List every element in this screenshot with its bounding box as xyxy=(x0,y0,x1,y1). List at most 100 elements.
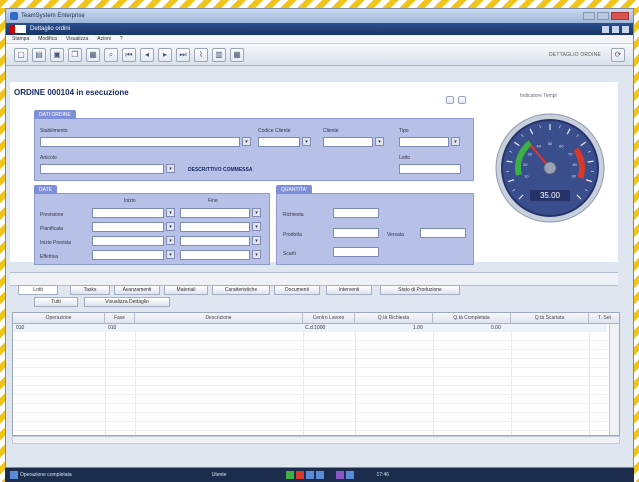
codice-cliente-dropdown[interactable]: ▾ xyxy=(302,137,311,146)
pianificata-inizio-dropdown[interactable]: ▾ xyxy=(166,222,175,231)
menu-item-modifica[interactable]: Modifica xyxy=(38,36,57,42)
col-operazione[interactable]: Operazione xyxy=(13,313,105,324)
col-fase[interactable]: Fase xyxy=(105,313,135,324)
view-icon[interactable]: ▥ xyxy=(212,47,226,62)
table-row-empty xyxy=(13,387,607,395)
vertical-scrollbar[interactable] xyxy=(609,324,619,435)
tipo-field[interactable] xyxy=(399,137,449,147)
col-qta-richiesta[interactable]: Q.tà Richiesta xyxy=(355,313,433,324)
inizio-prevista-fine-field[interactable] xyxy=(180,236,250,246)
previsione-fine-field[interactable] xyxy=(180,208,250,218)
codice-cliente-field[interactable] xyxy=(258,137,300,147)
minimize-button[interactable] xyxy=(583,12,595,20)
articolo-field[interactable] xyxy=(40,164,164,174)
calendar-icon[interactable] xyxy=(316,471,325,479)
new-document-icon[interactable]: ▢ xyxy=(14,47,28,62)
attach-icon[interactable]: ⌇ xyxy=(194,47,208,62)
mail-icon[interactable] xyxy=(306,471,315,479)
mode-label: DETTAGLIO ORDINE xyxy=(548,51,601,58)
gauge-tick-label: 90 xyxy=(572,174,577,179)
previsione-fine-dropdown[interactable]: ▾ xyxy=(252,208,261,217)
view-detail-button[interactable]: Visualizza Dettaglio xyxy=(84,297,170,307)
table-row-empty xyxy=(13,333,607,341)
col-centro-lavoro[interactable]: Centro Lavoro xyxy=(303,313,355,324)
alert-icon[interactable] xyxy=(296,471,305,479)
label-stabilimento: Stabilimento xyxy=(40,128,68,134)
scarti-field[interactable] xyxy=(333,247,379,257)
horizontal-scrollbar[interactable] xyxy=(12,436,620,444)
tab-interventi[interactable]: Interventi xyxy=(326,285,372,295)
label-codice-cliente: Codice Cliente xyxy=(258,128,291,134)
next-record-icon[interactable]: ▸ xyxy=(158,47,172,62)
inizio-prevista-inizio-field[interactable] xyxy=(92,236,164,246)
cliente-dropdown[interactable]: ▾ xyxy=(375,137,384,146)
first-record-icon[interactable]: ⏮ xyxy=(122,47,136,62)
info-icon[interactable] xyxy=(346,471,355,479)
cell-qta-completata: 0.00 xyxy=(491,325,501,331)
maximize-button[interactable] xyxy=(597,12,609,20)
table-row-empty xyxy=(13,360,607,368)
pin-icon[interactable] xyxy=(612,25,619,33)
stabilimento-dropdown[interactable]: ▾ xyxy=(242,137,251,146)
pianificata-inizio-field[interactable] xyxy=(92,222,164,232)
help-icon[interactable] xyxy=(602,25,609,33)
close-panel-icon[interactable] xyxy=(622,25,629,33)
inizio-prevista-inizio-dropdown[interactable]: ▾ xyxy=(166,236,175,245)
close-button[interactable] xyxy=(611,12,629,20)
effettiva-inizio-dropdown[interactable]: ▾ xyxy=(166,250,175,259)
col-t-set[interactable]: T. Set xyxy=(589,313,619,324)
tab-caratteristiche[interactable]: Caratteristiche xyxy=(212,285,270,295)
tab-avanzamenti[interactable]: Avanzamenti xyxy=(114,285,160,295)
tab-lotti[interactable]: Lotti xyxy=(18,285,58,295)
panel-tab-date: DATE xyxy=(34,185,57,194)
gauge-tick-label: 70 xyxy=(568,151,573,156)
tab-tasks[interactable]: Tasks xyxy=(70,285,110,295)
pianificata-fine-dropdown[interactable]: ▾ xyxy=(252,222,261,231)
menu-item-visualizza[interactable]: Visualizza xyxy=(66,36,88,42)
status-icon xyxy=(10,471,18,479)
refresh-icon[interactable]: ⟳ xyxy=(611,47,625,62)
prev-record-icon[interactable]: ◂ xyxy=(140,47,154,62)
flag-icon[interactable] xyxy=(286,471,295,479)
open-icon[interactable]: ▤ xyxy=(32,47,46,62)
stabilimento-field[interactable] xyxy=(40,137,240,147)
gauge-tick-label: 20 xyxy=(523,162,528,167)
pianificata-fine-field[interactable] xyxy=(180,222,250,232)
last-record-icon[interactable]: ⏭ xyxy=(176,47,190,62)
inner-title-bar: Dettaglio ordini xyxy=(6,23,633,35)
table-row[interactable]: 010 010 C.d.1000 1.00 0.00 xyxy=(13,324,607,332)
prodotta-field[interactable] xyxy=(333,228,379,238)
menu-item-stampa[interactable]: Stampa xyxy=(12,36,29,42)
richiesta-field[interactable] xyxy=(333,208,379,218)
label-tipo: Tipo xyxy=(399,128,409,134)
lock-icon[interactable] xyxy=(446,96,454,104)
filter-all-button[interactable]: Tutti xyxy=(34,297,78,307)
app-icon xyxy=(10,12,18,20)
col-qta-completata[interactable]: Q.tà Completata xyxy=(433,313,511,324)
tipo-dropdown[interactable]: ▾ xyxy=(451,137,460,146)
articolo-dropdown[interactable]: ▾ xyxy=(166,164,175,173)
save-icon[interactable]: ▣ xyxy=(50,47,64,62)
menu-item-azioni[interactable]: Azioni xyxy=(97,36,111,42)
col-qta-scartata[interactable]: Q.tà Scartata xyxy=(511,313,589,324)
col-descrizione[interactable]: Descrizione xyxy=(135,313,303,324)
settings-icon[interactable] xyxy=(336,471,345,479)
effettiva-fine-dropdown[interactable]: ▾ xyxy=(252,250,261,259)
effettiva-inizio-field[interactable] xyxy=(92,250,164,260)
versata-field[interactable] xyxy=(420,228,466,238)
previsione-inizio-field[interactable] xyxy=(92,208,164,218)
tab-stato-produzione[interactable]: Stato di Produzione xyxy=(380,285,460,295)
menu-item-help[interactable]: ? xyxy=(120,36,123,42)
tab-documenti[interactable]: Documenti xyxy=(274,285,320,295)
tab-materiali[interactable]: Materiali xyxy=(164,285,208,295)
edit-icon[interactable] xyxy=(458,96,466,104)
print-icon[interactable]: ▦ xyxy=(86,47,100,62)
copy-icon[interactable]: ❐ xyxy=(68,47,82,62)
previsione-inizio-dropdown[interactable]: ▾ xyxy=(166,208,175,217)
inizio-prevista-fine-dropdown[interactable]: ▾ xyxy=(252,236,261,245)
cliente-field[interactable] xyxy=(323,137,373,147)
search-icon[interactable]: ⌕ xyxy=(104,47,118,62)
effettiva-fine-field[interactable] xyxy=(180,250,250,260)
lotto-field[interactable] xyxy=(399,164,461,174)
grid-icon[interactable]: ▦ xyxy=(230,47,244,62)
